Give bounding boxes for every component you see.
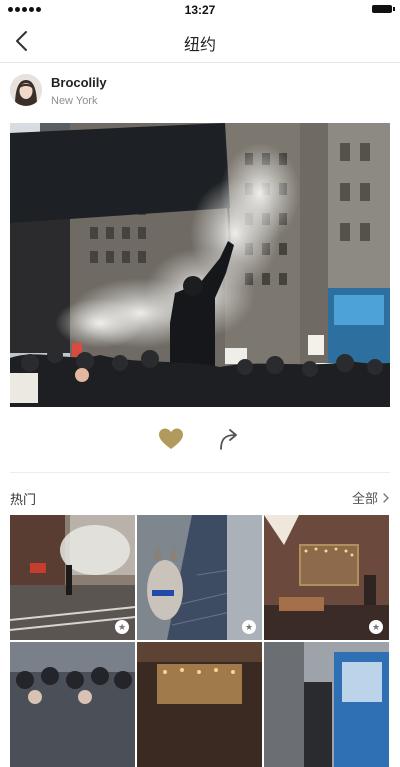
star-icon: ★ <box>115 620 129 634</box>
protest-street-photo <box>10 123 390 407</box>
back-button[interactable] <box>10 28 36 54</box>
nav-bar: 纽约 <box>0 20 400 63</box>
see-all-link[interactable]: 全部 <box>352 488 390 507</box>
page-title: 纽约 <box>183 37 216 54</box>
grid-item[interactable]: ★ <box>137 515 262 640</box>
heart-icon <box>159 428 183 449</box>
grid-item[interactable]: ★ <box>10 515 135 640</box>
avatar-image <box>10 74 42 106</box>
grid-item[interactable] <box>264 642 389 767</box>
author-location: New York <box>51 95 98 107</box>
star-icon: ★ <box>242 620 256 634</box>
grid-item[interactable]: ★ <box>264 515 389 640</box>
status-bar: 13:27 <box>0 0 400 20</box>
section-title-popular: 热门 <box>10 492 37 507</box>
shopfront-lights-photo <box>137 642 262 767</box>
share-button[interactable] <box>216 425 242 451</box>
see-all-label: 全部 <box>351 491 378 506</box>
share-arrow-icon <box>220 429 237 450</box>
avatar[interactable] <box>10 74 42 106</box>
post-author-row[interactable]: Brocolily New York <box>0 62 400 120</box>
status-time: 13:27 <box>184 3 216 17</box>
chevron-right-icon <box>383 492 389 503</box>
divider <box>10 472 390 473</box>
crowd-photo <box>10 642 135 767</box>
battery-icon <box>372 5 395 13</box>
like-button[interactable] <box>158 427 184 451</box>
grid-item[interactable] <box>137 642 262 767</box>
main-photo[interactable] <box>10 123 390 407</box>
star-icon: ★ <box>369 620 383 634</box>
author-name[interactable]: Brocolily <box>51 75 107 90</box>
chevron-left-icon <box>16 31 27 51</box>
grid-item[interactable] <box>10 642 135 767</box>
city-bus-photo <box>264 642 389 767</box>
